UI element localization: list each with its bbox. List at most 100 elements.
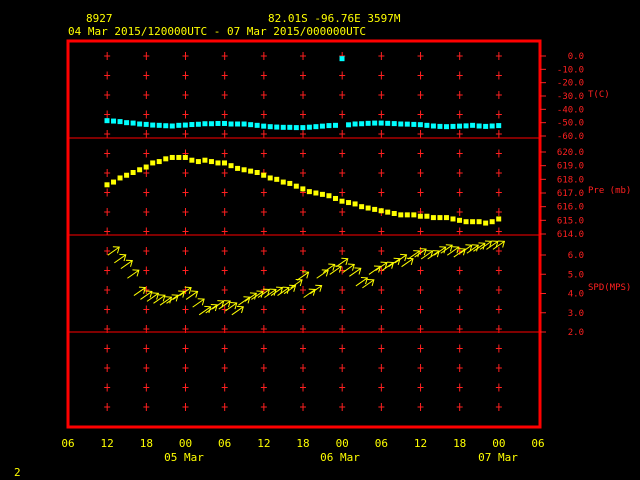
data-point — [137, 167, 143, 173]
data-point — [359, 204, 365, 210]
data-point — [215, 120, 221, 126]
data-point — [483, 123, 489, 129]
data-point — [280, 124, 286, 130]
data-point — [104, 118, 110, 124]
data-point — [117, 119, 123, 125]
wind-arrow-point — [192, 298, 205, 308]
data-point — [359, 121, 365, 127]
data-point — [417, 122, 423, 128]
data-point — [489, 219, 495, 225]
data-point — [254, 122, 260, 128]
data-point — [332, 122, 338, 128]
data-point — [124, 172, 130, 178]
data-point — [385, 120, 391, 126]
data-point — [104, 182, 110, 188]
data-point — [202, 157, 208, 163]
x-day-label: 05 Mar — [164, 451, 204, 464]
data-point — [300, 125, 306, 131]
meteogram-plot: 8927 82.01S -96.76E 3597M 04 Mar 2015/12… — [14, 12, 631, 479]
data-point — [424, 122, 430, 128]
data-point — [254, 170, 260, 175]
y-tick-label: 6.0 — [568, 251, 584, 261]
x-tick-label: 00 — [336, 437, 349, 450]
wind-arrow-point — [264, 288, 277, 298]
data-point — [208, 159, 214, 165]
y-tick-label: 620.0 — [557, 148, 584, 158]
data-point — [156, 159, 162, 165]
wind-arrow-point — [342, 263, 355, 273]
data-point — [489, 123, 495, 129]
station-id: 8927 — [86, 12, 113, 25]
data-point — [476, 219, 482, 225]
wind-arrow-point — [362, 278, 375, 289]
data-point — [378, 208, 384, 214]
wind-arrow-point — [133, 286, 147, 296]
wind-arrow-point — [205, 303, 218, 314]
x-tick-label: 18 — [296, 437, 309, 450]
data-point — [287, 180, 293, 186]
data-point — [470, 122, 476, 128]
data-point — [274, 176, 280, 182]
wind-arrow-point — [355, 277, 368, 287]
data-point — [463, 123, 469, 129]
data-point — [437, 215, 443, 221]
data-point — [215, 160, 221, 166]
data-point — [417, 213, 423, 219]
x-day-label: 06 Mar — [320, 451, 360, 464]
data-point — [241, 121, 247, 127]
corner-label: 2 — [14, 466, 21, 479]
wind-arrow-point — [120, 259, 133, 270]
data-point — [339, 56, 345, 62]
data-point — [124, 120, 130, 126]
data-point — [306, 124, 312, 130]
data-point — [248, 122, 254, 128]
data-point — [137, 121, 143, 127]
data-point — [208, 121, 214, 127]
data-point — [346, 200, 352, 206]
data-point — [300, 186, 306, 192]
wind-arrow-point — [407, 250, 421, 260]
wind-arrow-point — [303, 288, 316, 298]
data-point — [143, 164, 149, 170]
data-point — [150, 122, 156, 128]
data-point — [339, 198, 345, 204]
wind-arrow-point — [277, 286, 290, 296]
x-tick-label: 06 — [61, 437, 74, 450]
y-tick-label: 3.0 — [568, 309, 584, 319]
data-point — [274, 124, 280, 130]
y-tick-label: 619.0 — [557, 162, 584, 172]
y-axis-label: Pre (mb) — [588, 186, 631, 196]
y-axis-label: T(C) — [588, 90, 610, 100]
data-point — [346, 122, 352, 128]
data-point — [391, 211, 397, 216]
y-tick-label: 5.0 — [568, 270, 584, 280]
data-point — [457, 217, 463, 223]
data-point — [443, 215, 449, 221]
y-tick-label: -50.0 — [557, 119, 584, 129]
data-point — [470, 219, 476, 225]
data-point — [235, 165, 241, 171]
data-point — [163, 156, 169, 162]
data-point — [306, 189, 312, 195]
data-point — [261, 123, 267, 129]
x-tick-label: 06 — [218, 437, 231, 450]
data-point — [195, 121, 201, 127]
data-point — [176, 122, 182, 128]
data-point — [228, 163, 234, 169]
data-point — [352, 201, 358, 207]
y-tick-label: -20.0 — [557, 79, 584, 89]
data-point — [430, 123, 436, 129]
data-point — [111, 118, 117, 124]
data-point — [365, 205, 371, 211]
data-point — [228, 121, 234, 127]
data-point — [163, 123, 169, 129]
x-tick-label: 12 — [257, 437, 270, 450]
wind-series — [107, 240, 506, 316]
data-point — [398, 121, 404, 127]
data-point — [319, 191, 325, 197]
data-point — [398, 212, 404, 218]
data-point — [391, 121, 397, 127]
data-point — [169, 154, 175, 160]
y-tick-label: 618.0 — [557, 175, 584, 185]
wind-arrow-point — [427, 250, 440, 260]
